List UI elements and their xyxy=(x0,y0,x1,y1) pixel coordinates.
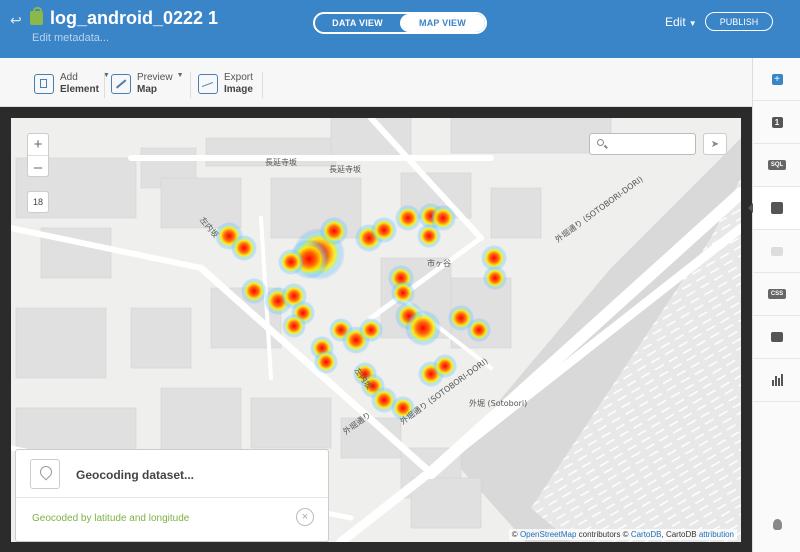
publish-button[interactable]: PUBLISH xyxy=(705,12,773,31)
data-view-tab[interactable]: DATA VIEW xyxy=(315,14,400,32)
css-button[interactable]: CSS xyxy=(753,273,800,316)
help-button[interactable] xyxy=(753,503,800,546)
area-label: 外堀 (Sotobori) xyxy=(469,399,528,408)
edit-label: Edit xyxy=(665,15,686,29)
layer-1-button[interactable]: 1 xyxy=(753,101,800,144)
image-label: Image xyxy=(224,84,253,95)
geocoding-title: Geocoding dataset... xyxy=(76,468,195,482)
add-element-button[interactable]: Add Element ▼ xyxy=(34,70,110,98)
map-attribution: © OpenStreetMap contributors © CartoDB, … xyxy=(508,529,737,540)
bar-chart-icon xyxy=(771,374,783,386)
wizard-button[interactable] xyxy=(748,187,800,230)
map-view-tab[interactable]: MAP VIEW xyxy=(400,14,485,32)
legend-icon xyxy=(771,332,783,342)
preview-map-icon xyxy=(111,74,131,94)
zoom-control: + – xyxy=(27,133,49,177)
edit-metadata-link[interactable]: Edit metadata... xyxy=(32,32,109,44)
speech-bubble-icon xyxy=(771,246,783,256)
toolbar: Add Element ▼ Preview Map ▼ Export Image xyxy=(0,58,752,107)
search-icon xyxy=(597,139,604,146)
back-arrow-icon[interactable]: ↩ xyxy=(10,12,22,29)
legend-button[interactable] xyxy=(753,316,800,359)
filters-button[interactable] xyxy=(753,359,800,402)
preview-map-button[interactable]: Preview Map ▼ xyxy=(111,70,184,98)
infowindow-button[interactable] xyxy=(753,230,800,273)
chevron-down-icon[interactable]: ▼ xyxy=(177,72,184,79)
geocoding-panel: Geocoding dataset... Geocoded by latitud… xyxy=(15,449,329,542)
export-image-button[interactable]: Export Image xyxy=(198,70,253,98)
lightbulb-icon xyxy=(772,519,782,530)
element-label: Element xyxy=(60,84,99,95)
map-label: Map xyxy=(137,84,157,95)
add-label: Add xyxy=(60,72,78,83)
image-icon xyxy=(198,74,218,94)
add-element-icon xyxy=(34,74,54,94)
add-layer-button[interactable]: + xyxy=(753,58,800,101)
cartodb-link[interactable]: CartoDB xyxy=(631,530,662,539)
dataset-title[interactable]: log_android_0222 1 xyxy=(50,8,218,29)
close-icon[interactable]: × xyxy=(296,508,314,526)
geocoding-status: Geocoded by latitude and longitude xyxy=(32,513,190,524)
attribution-link[interactable]: attribution xyxy=(699,530,734,539)
area-label: 市ヶ谷 xyxy=(427,259,451,268)
zoom-out-button[interactable]: – xyxy=(28,156,48,178)
osm-link[interactable]: OpenStreetMap xyxy=(520,530,576,539)
header: ↩ log_android_0222 1 Edit metadata... DA… xyxy=(0,0,800,58)
chevron-down-icon: ▼ xyxy=(688,19,697,28)
sql-icon: SQL xyxy=(767,160,787,170)
plus-icon: + xyxy=(771,73,783,85)
map-search xyxy=(589,133,696,155)
map-pin-icon xyxy=(30,459,60,489)
map-search-input[interactable] xyxy=(610,137,690,151)
zoom-level: 18 xyxy=(27,191,49,213)
layer-number: 1 xyxy=(771,116,783,128)
view-toggle: DATA VIEW MAP VIEW xyxy=(313,12,487,34)
street-label: 長延寺坂 xyxy=(329,165,361,174)
css-icon: CSS xyxy=(767,289,787,299)
brush-icon xyxy=(771,202,783,214)
zoom-in-button[interactable]: + xyxy=(28,134,48,156)
lock-icon[interactable] xyxy=(30,7,43,25)
sql-button[interactable]: SQL xyxy=(753,144,800,187)
street-label: 長延寺坂 xyxy=(265,158,297,167)
export-label: Export xyxy=(224,72,253,83)
right-sidebar: + 1 SQL CSS xyxy=(748,58,800,552)
edit-menu[interactable]: Edit ▼ xyxy=(665,15,697,29)
locate-icon[interactable]: ➤ xyxy=(703,133,727,155)
preview-label: Preview xyxy=(137,72,173,83)
